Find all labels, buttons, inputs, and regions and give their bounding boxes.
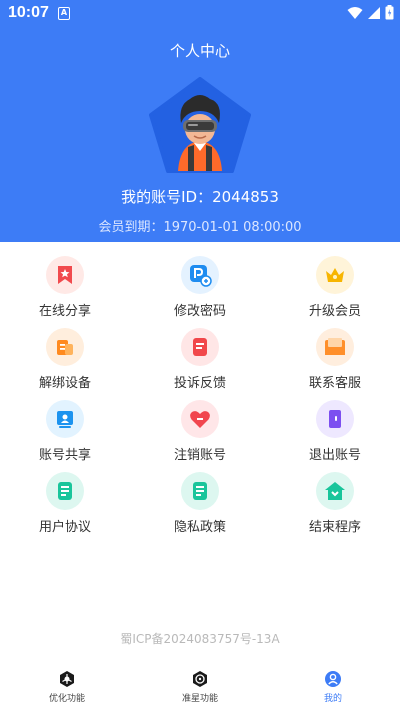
privacy-policy-icon <box>181 472 219 510</box>
profile-header: 10:07 A 个人中心 我的账号ID：2044853 会员到期：1970-01… <box>0 0 400 242</box>
menu-item-label: 注销账号 <box>173 448 226 463</box>
member-expiry-date: 1970-01-01 08:00:00 <box>163 220 302 235</box>
tab-crosshair[interactable]: 准星功能 <box>150 670 250 710</box>
user-agreement-icon <box>46 472 84 510</box>
menu-item-account-share[interactable]: 账号共享 <box>5 400 125 464</box>
menu-item-unbind-device[interactable]: 解绑设备 <box>5 328 125 392</box>
menu-item-label: 账号共享 <box>38 448 91 463</box>
menu-item-feedback[interactable]: 投诉反馈 <box>140 328 260 392</box>
tab-label: 优化功能 <box>48 694 85 704</box>
menu-item-contact-support[interactable]: 联系客服 <box>275 328 395 392</box>
menu-item-privacy-policy[interactable]: 隐私政策 <box>140 472 260 536</box>
menu-item-label: 在线分享 <box>38 304 91 319</box>
menu-item-label: 退出账号 <box>308 448 361 463</box>
avatar[interactable] <box>148 77 252 173</box>
menu-item-label: 修改密码 <box>173 304 226 319</box>
status-time: 10:07 <box>8 4 49 21</box>
menu-item-label: 结束程序 <box>308 520 361 535</box>
menu-item-label: 升级会员 <box>308 304 361 319</box>
heart-remove-icon <box>181 400 219 438</box>
status-bar: 10:07 A <box>0 0 400 28</box>
account-share-icon <box>46 400 84 438</box>
menu-item-label: 投诉反馈 <box>173 376 226 391</box>
signal-icon <box>368 6 380 19</box>
menu-item-label: 解绑设备 <box>38 376 91 391</box>
device-unbind-icon <box>46 328 84 366</box>
p-edit-icon <box>181 256 219 294</box>
menu-item-upgrade-member[interactable]: 升级会员 <box>275 256 395 320</box>
account-id: 我的账号ID：2044853 <box>121 188 279 206</box>
page-title: 个人中心 <box>169 42 230 60</box>
menu-item-label: 联系客服 <box>308 376 361 391</box>
battery-icon <box>385 5 394 20</box>
member-expiry-label: 会员到期： <box>98 220 164 235</box>
menu-item-label: 隐私政策 <box>173 520 226 535</box>
wifi-icon <box>347 6 363 19</box>
menu-item-logout[interactable]: 退出账号 <box>275 400 395 464</box>
menu-item-user-agreement[interactable]: 用户协议 <box>5 472 125 536</box>
tab-label: 我的 <box>323 694 342 704</box>
menu-item-label: 用户协议 <box>38 520 91 535</box>
tab-mine[interactable]: 我的 <box>283 670 383 710</box>
logout-door-icon <box>316 400 354 438</box>
icp-license: 蜀ICP备2024083757号-13A <box>120 632 280 646</box>
home-exit-icon <box>316 472 354 510</box>
bottom-tab-bar: 优化功能 准星功能 我的 <box>0 664 400 711</box>
optimize-icon <box>60 671 74 687</box>
feedback-icon <box>181 328 219 366</box>
menu-item-cancel-account[interactable]: 注销账号 <box>140 400 260 464</box>
crosshair-icon <box>193 671 207 687</box>
menu-item-change-password[interactable]: 修改密码 <box>140 256 260 320</box>
menu-item-online-share[interactable]: 在线分享 <box>5 256 125 320</box>
member-expiry: 会员到期：1970-01-01 08:00:00 <box>0 216 400 235</box>
notification-icon: A <box>58 7 70 20</box>
tab-label: 准星功能 <box>181 694 218 704</box>
tab-optimize[interactable]: 优化功能 <box>17 670 117 710</box>
bookmark-star-icon <box>46 256 84 294</box>
crown-icon <box>316 256 354 294</box>
mail-icon <box>316 328 354 366</box>
menu-item-exit-app[interactable]: 结束程序 <box>275 472 395 536</box>
profile-icon <box>325 671 341 687</box>
